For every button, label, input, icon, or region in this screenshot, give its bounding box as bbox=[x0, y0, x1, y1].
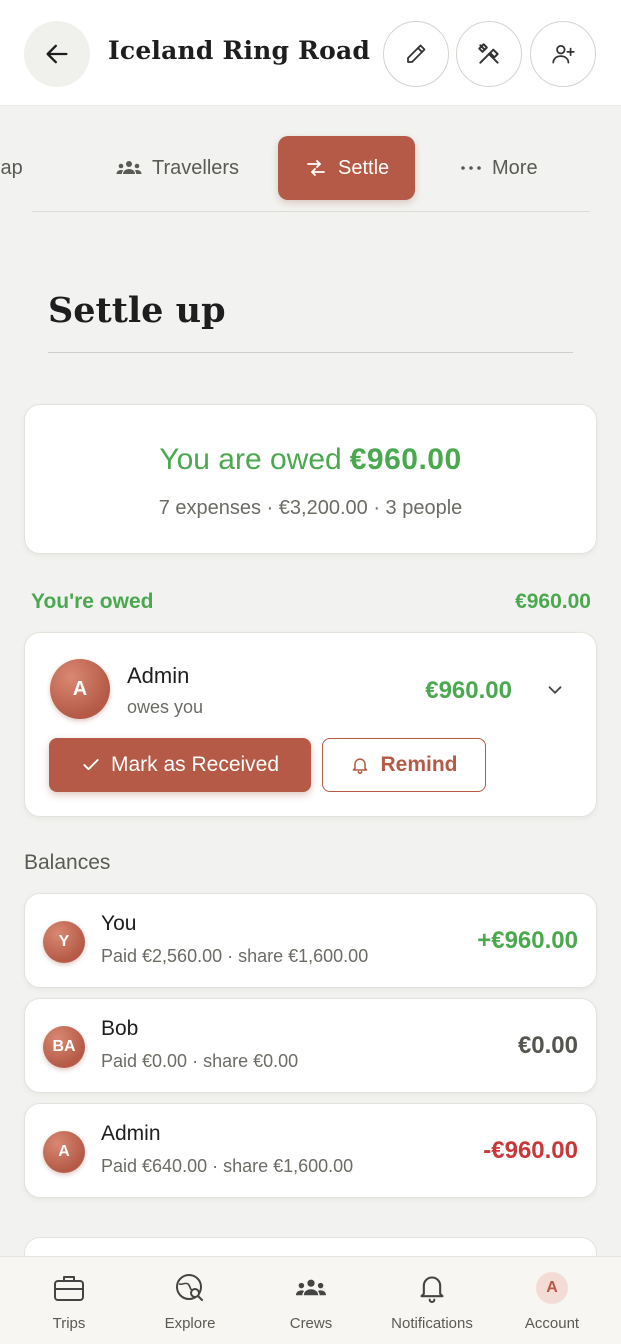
bell-icon bbox=[420, 1276, 444, 1304]
add-member-button[interactable] bbox=[530, 21, 596, 87]
balance-detail: Paid €0.00 · share €0.00 bbox=[101, 1051, 299, 1071]
balance-detail: Paid €2,560.00 · share €1,600.00 bbox=[101, 946, 369, 966]
balance-row[interactable]: Y You Paid €2,560.00 · share €1,600.00 +… bbox=[24, 893, 597, 988]
nav-crews[interactable]: Crews bbox=[251, 1271, 371, 1332]
edit-button[interactable] bbox=[383, 21, 449, 87]
summary-amount: €960.00 bbox=[349, 443, 462, 476]
debtor-name: Admin bbox=[127, 663, 190, 688]
bell-icon bbox=[353, 758, 368, 775]
owed-section-total: €960.00 bbox=[515, 590, 591, 613]
app-header: Iceland Ring Road bbox=[0, 0, 621, 106]
balance-name: You bbox=[101, 912, 137, 935]
people-icon bbox=[116, 161, 142, 174]
avatar: A bbox=[43, 1131, 85, 1173]
nav-label: Explore bbox=[164, 1315, 216, 1332]
nav-notifications[interactable]: Notifications bbox=[372, 1271, 492, 1332]
balance-row[interactable]: A Admin Paid €640.00 · share €1,600.00 -… bbox=[24, 1103, 597, 1198]
debtor-status: owes you bbox=[127, 697, 204, 717]
tab-map[interactable]: lap bbox=[0, 136, 23, 200]
balance-name: Admin bbox=[101, 1122, 161, 1145]
balance-amount: +€960.00 bbox=[477, 927, 578, 954]
avatar: BA bbox=[43, 1026, 85, 1068]
nav-label: Account bbox=[524, 1315, 580, 1332]
owed-amount: €960.00 bbox=[425, 677, 512, 704]
swap-arrows-icon bbox=[307, 160, 325, 176]
avatar: A bbox=[50, 659, 110, 719]
nav-account[interactable]: A Account bbox=[492, 1271, 612, 1332]
account-avatar: A bbox=[536, 1272, 568, 1304]
summary-details: 7 expenses · €3,200.00 · 3 people bbox=[158, 497, 463, 519]
owed-section-label: You're owed bbox=[31, 590, 154, 613]
tab-label: More bbox=[492, 156, 538, 179]
title-divider bbox=[48, 352, 573, 353]
balance-detail: Paid €640.00 · share €1,600.00 bbox=[101, 1156, 354, 1176]
summary-headline: You are owed €960.00 bbox=[25, 443, 596, 477]
trip-title: Iceland Ring Road bbox=[108, 36, 371, 65]
group-icon bbox=[296, 1279, 326, 1296]
tools-button[interactable] bbox=[456, 21, 522, 87]
balance-amount: €0.00 bbox=[517, 1032, 578, 1059]
briefcase-icon bbox=[54, 1276, 84, 1301]
remind-label: Remind bbox=[380, 753, 458, 776]
nav-label: Notifications bbox=[391, 1315, 473, 1332]
balance-row[interactable]: BA Bob Paid €0.00 · share €0.00 €0.00 bbox=[24, 998, 597, 1093]
tab-label: Travellers bbox=[152, 156, 240, 179]
page-title: Settle up bbox=[48, 290, 226, 331]
trip-tabs: lap Travellers Settle More bbox=[0, 134, 621, 204]
tools-icon bbox=[478, 43, 499, 64]
summary-card: You are owed €960.00 7 expenses · €3,200.… bbox=[24, 404, 597, 554]
owed-entry-card: A Admin owes you €960.00 Mark as Receive… bbox=[24, 632, 597, 817]
bottom-nav: Trips Explore Crews Notifications A Acco… bbox=[0, 1256, 621, 1344]
nav-explore[interactable]: Explore bbox=[130, 1271, 250, 1332]
chevron-down-icon bbox=[548, 686, 562, 694]
arrow-left-icon bbox=[46, 44, 68, 64]
tab-settle[interactable]: Settle bbox=[278, 136, 416, 200]
summary-label: You are owed bbox=[159, 443, 342, 476]
expand-button[interactable] bbox=[544, 679, 566, 706]
tab-label: Settle bbox=[338, 156, 390, 179]
tab-label: lap bbox=[0, 156, 23, 179]
pencil-icon bbox=[407, 44, 426, 63]
mark-received-label: Mark as Received bbox=[110, 753, 280, 776]
back-button[interactable] bbox=[24, 21, 90, 87]
tab-travellers[interactable]: Travellers bbox=[116, 136, 239, 200]
balance-amount: -€960.00 bbox=[483, 1137, 578, 1164]
globe-search-icon bbox=[176, 1274, 203, 1301]
balance-name: Bob bbox=[101, 1017, 139, 1040]
dots-icon bbox=[461, 166, 481, 170]
check-icon bbox=[83, 759, 99, 771]
tab-more[interactable]: More bbox=[460, 136, 538, 200]
tabs-divider bbox=[32, 211, 590, 212]
nav-trips[interactable]: Trips bbox=[9, 1271, 129, 1332]
mark-received-button[interactable]: Mark as Received bbox=[49, 738, 311, 792]
add-user-icon bbox=[552, 45, 575, 64]
remind-button[interactable]: Remind bbox=[322, 738, 486, 792]
avatar: Y bbox=[43, 921, 85, 963]
nav-label: Trips bbox=[52, 1315, 86, 1332]
nav-label: Crews bbox=[289, 1315, 333, 1332]
owed-section-header: You're owed €960.00 bbox=[31, 590, 591, 614]
balances-heading: Balances bbox=[24, 851, 111, 874]
